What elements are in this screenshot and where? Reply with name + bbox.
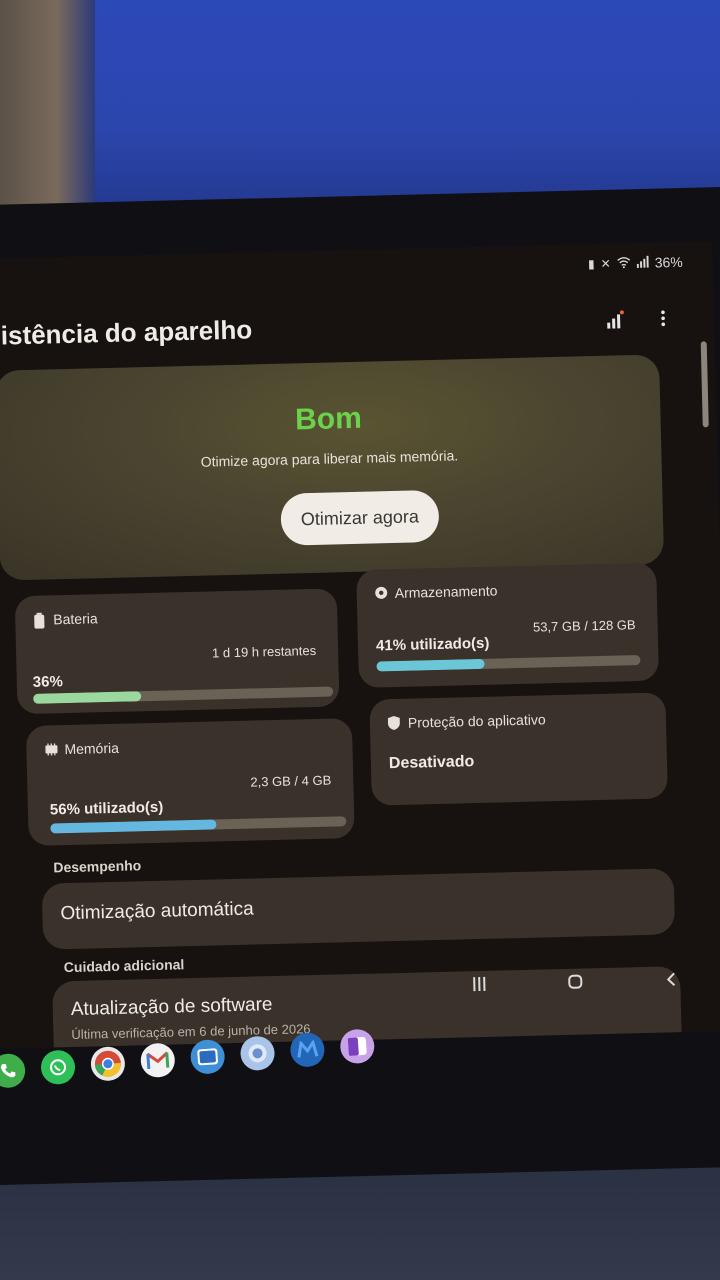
home-icon[interactable] — [560, 966, 591, 997]
battery-bar-fill — [33, 691, 142, 704]
recents-icon[interactable] — [464, 969, 495, 1000]
storage-usage-amount: 53,7 GB / 128 GB — [532, 617, 636, 635]
whatsapp-icon[interactable] — [39, 1049, 77, 1086]
storage-tile[interactable]: Armazenamento 53,7 GB / 128 GB 41% utili… — [356, 562, 659, 688]
chrome-icon[interactable] — [89, 1045, 127, 1082]
optimize-now-button[interactable]: Otimizar agora — [280, 489, 440, 546]
status-bar: ▮ ✕ 36% — [588, 254, 683, 272]
more-options-icon[interactable] — [652, 306, 675, 331]
storage-label: Armazenamento — [394, 582, 498, 601]
messages-icon[interactable] — [239, 1035, 276, 1072]
battery-percent: 36% — [654, 253, 683, 271]
memory-bar — [50, 816, 347, 834]
onenote-icon[interactable] — [339, 1028, 376, 1065]
section-label-performance: Desempenho — [53, 857, 142, 876]
gmail-icon[interactable] — [139, 1042, 176, 1079]
battery-label: Bateria — [53, 610, 98, 628]
storage-used-percent: 41% utilizado(s) — [375, 634, 490, 655]
storage-icon — [375, 586, 388, 600]
auto-optimization-title: Otimização automática — [60, 898, 254, 925]
back-icon[interactable] — [656, 964, 687, 995]
shield-icon — [387, 716, 400, 731]
gallery-icon[interactable] — [189, 1038, 226, 1075]
phone-app-icon[interactable] — [0, 1052, 27, 1089]
memory-bar-fill — [50, 819, 217, 834]
memory-tile[interactable]: Memória 2,3 GB / 4 GB 56% utilizado(s) — [25, 718, 355, 847]
signal-icon — [636, 255, 649, 270]
app-protection-status: Desativado — [388, 753, 475, 773]
memory-usage-amount: 2,3 GB / 4 GB — [250, 772, 332, 790]
background-wall — [0, 0, 720, 215]
device-status: Bom — [294, 401, 363, 437]
diagnostics-icon[interactable] — [604, 307, 627, 332]
section-label-extra-care: Cuidado adicional — [63, 956, 185, 976]
battery-tile[interactable]: Bateria 1 d 19 h restantes 36% — [14, 588, 340, 715]
battery-saver-icon: ▮ — [587, 257, 595, 272]
battery-remaining: 1 d 19 h restantes — [211, 642, 317, 661]
battery-icon — [33, 612, 45, 629]
mute-icon: ✕ — [600, 256, 611, 271]
memory-label: Memória — [64, 739, 120, 758]
app-header: sistência do aparelho — [0, 297, 715, 355]
scrollbar[interactable] — [700, 341, 709, 428]
storage-bar-fill — [376, 658, 485, 672]
wifi-icon — [617, 256, 631, 271]
battery-bar — [33, 686, 334, 704]
battery-percent-value: 36% — [32, 673, 64, 691]
storage-bar — [376, 655, 641, 672]
device-status-card: Bom Otimize agora para liberar mais memó… — [0, 354, 665, 581]
page-title: sistência do aparelho — [0, 314, 253, 351]
auto-optimization-row[interactable]: Otimização automática — [41, 868, 676, 950]
software-update-title: Atualização de software — [70, 994, 273, 1021]
device-screen: ▮ ✕ 36% sistência do aparelho Bom Otimiz… — [0, 241, 720, 1049]
status-message: Otimize agora para liberar mais memória. — [200, 447, 459, 470]
navigation-bar — [464, 964, 687, 999]
memory-icon — [44, 742, 58, 756]
background-door — [0, 0, 95, 205]
malwarebytes-icon[interactable] — [289, 1031, 326, 1068]
memory-used-percent: 56% utilizado(s) — [49, 798, 164, 819]
app-protection-label: Proteção do aplicativo — [407, 711, 546, 731]
app-protection-tile[interactable]: Proteção do aplicativo Desativado — [369, 692, 668, 806]
